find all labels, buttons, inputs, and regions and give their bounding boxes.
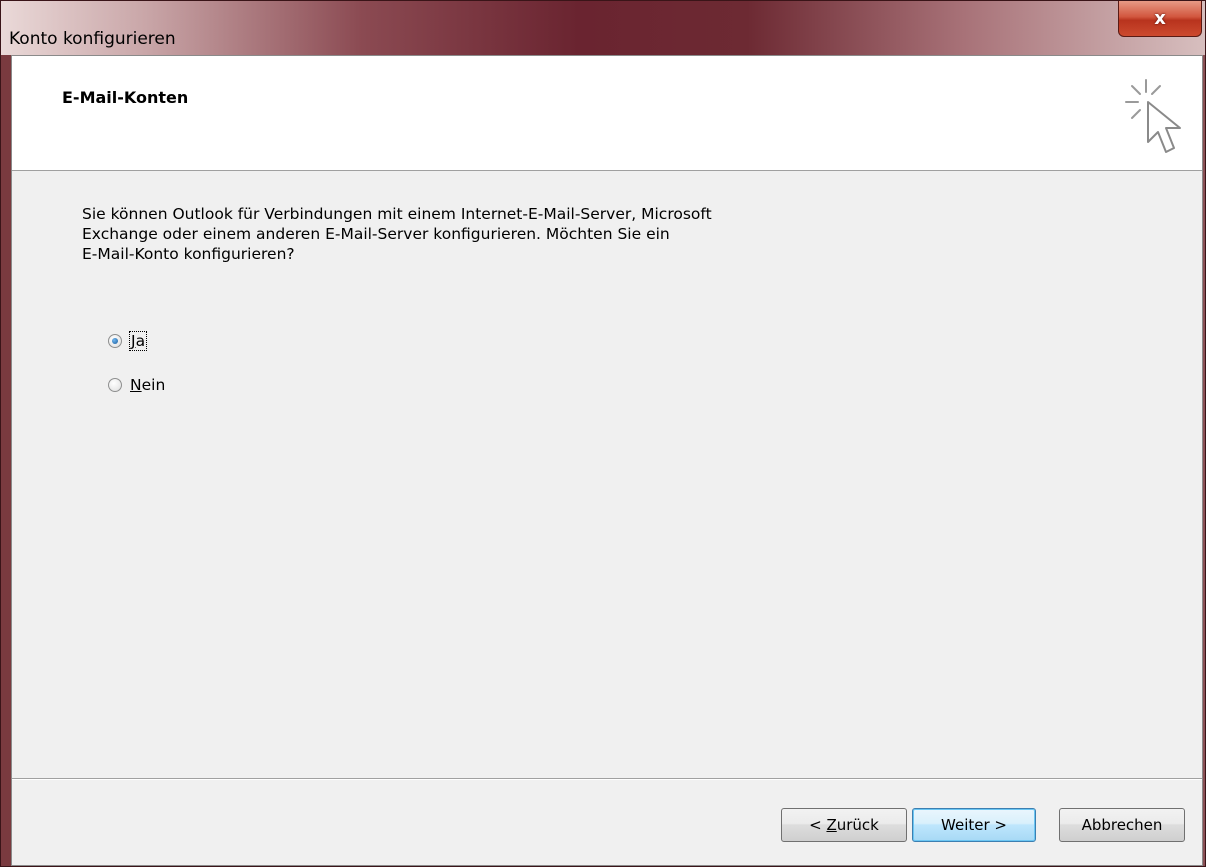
wizard-cursor-icon xyxy=(1125,79,1181,153)
radio-label-nein: Nein xyxy=(130,376,166,394)
footer-divider xyxy=(12,778,1202,780)
dialog-client-area: E-Mail-Konten Sie können Outlook für Ver… xyxy=(11,55,1203,866)
wizard-header: E-Mail-Konten xyxy=(12,56,1202,171)
cancel-button[interactable]: Abbrechen xyxy=(1059,808,1185,842)
radio-option-ja[interactable]: Ja xyxy=(108,331,148,351)
close-icon: x xyxy=(1154,8,1166,29)
close-button[interactable]: x xyxy=(1118,1,1202,37)
radio-label-ja: Ja xyxy=(128,331,148,351)
page-title: E-Mail-Konten xyxy=(62,88,189,107)
radio-option-nein[interactable]: Nein xyxy=(108,376,165,394)
back-button[interactable]: < Zurück xyxy=(781,808,907,842)
radio-button-ja[interactable] xyxy=(108,334,122,348)
window-title: Konto konfigurieren xyxy=(9,29,176,49)
title-bar[interactable]: Konto konfigurieren x xyxy=(1,1,1205,55)
radio-button-nein[interactable] xyxy=(108,378,122,392)
dialog-window: Konto konfigurieren x E-Mail-Konten Sie … xyxy=(0,0,1206,867)
next-button[interactable]: Weiter > xyxy=(912,808,1036,842)
description-text: Sie können Outlook für Verbindungen mit … xyxy=(82,205,712,263)
